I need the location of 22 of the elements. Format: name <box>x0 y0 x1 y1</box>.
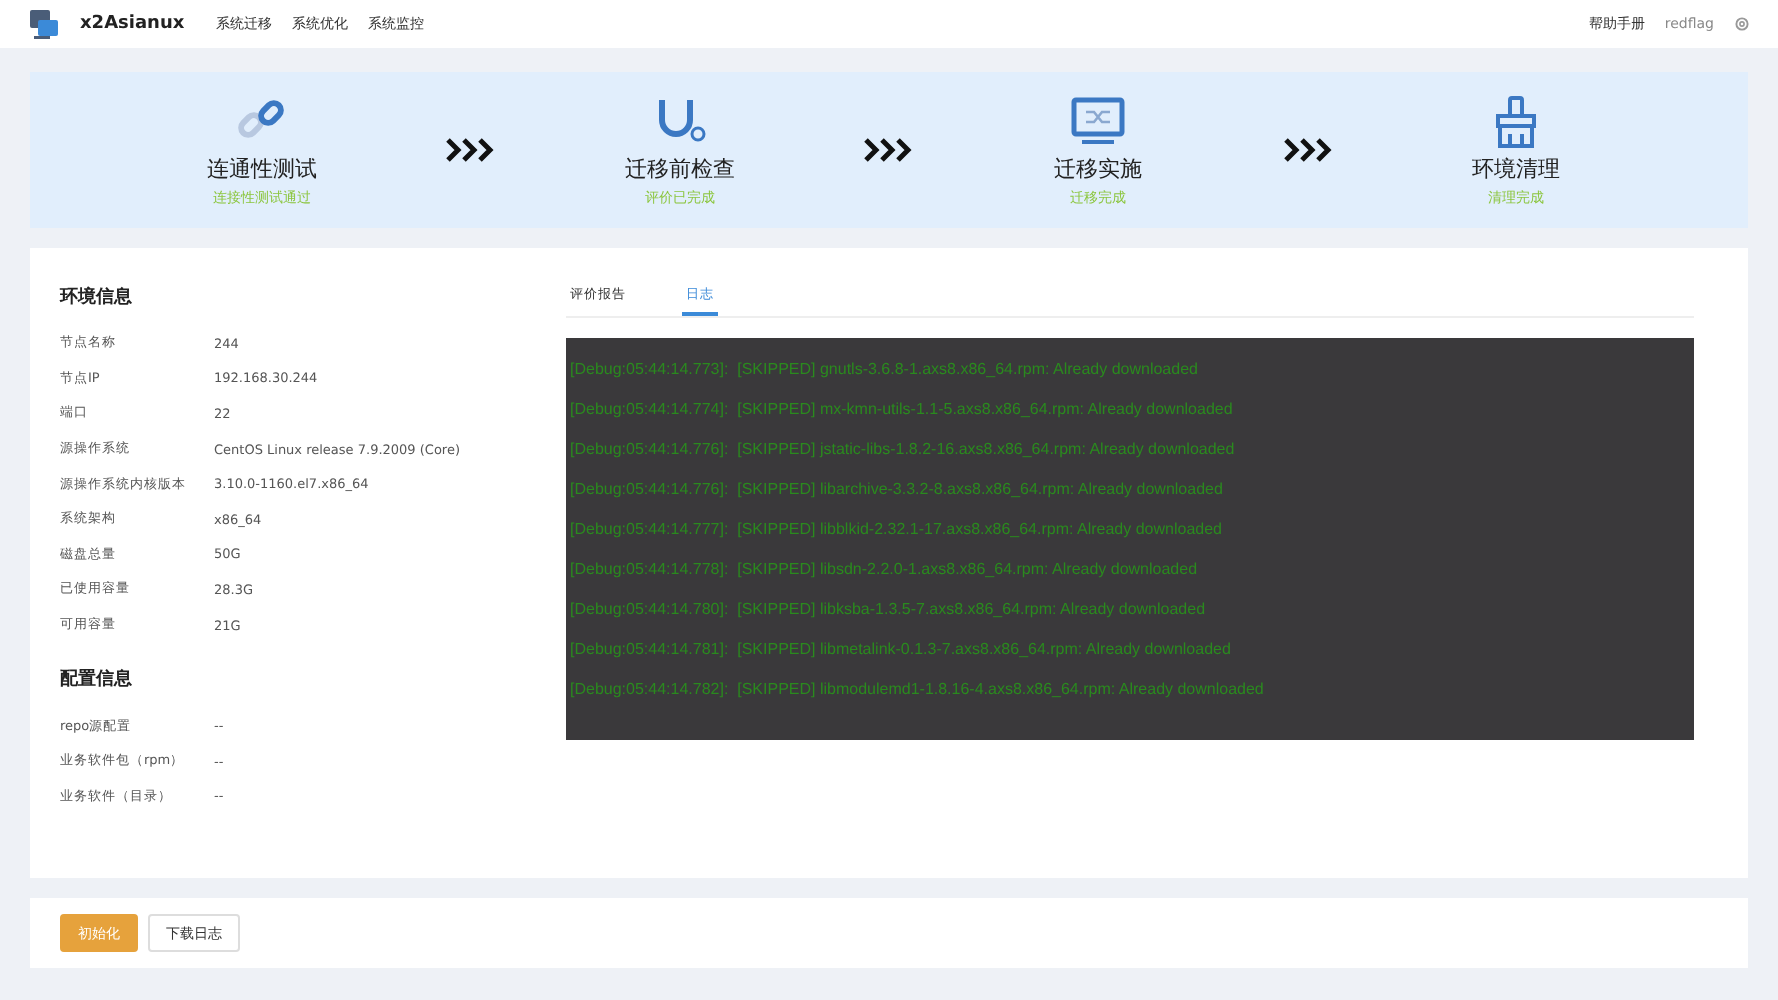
step-title: 迁移实施 <box>1054 153 1143 183</box>
section-title: 环境信息 <box>60 284 134 310</box>
brand-name: x2Asianux <box>80 14 185 34</box>
log-line: [Debug:05:44:14.776]: [SKIPPED] libarchive-3.3.2-8.axs8.x86_64.rpm: Already downloaded <box>570 478 1225 500</box>
log-line: [Debug:05:44:14.777]: [SKIPPED] libblkid-2.32.1-17.axs8.x86_64.rpm: Already downloaded <box>570 518 1224 540</box>
chevrons-icon <box>444 136 497 164</box>
step-title: 环境清理 <box>1472 153 1561 183</box>
monitor-icon <box>1070 93 1127 149</box>
settings-icon[interactable] <box>1734 16 1750 32</box>
step-title: 迁移前检查 <box>624 153 735 183</box>
log-line: [Debug:05:44:14.773]: [SKIPPED] gnutls-3.6.8-1.axs8.x86_64.rpm: Already downloaded <box>570 358 1200 380</box>
log-line: [Debug:05:44:14.780]: [SKIPPED] libksba-1.3.5-7.axs8.x86_64.rpm: Already downloaded <box>570 598 1208 620</box>
log-line: [Debug:05:44:14.778]: [SKIPPED] libsdn-2.2.0-1.axs8.x86_64.rpm: Already downloaded <box>570 558 1200 580</box>
section-title: 配置信息 <box>60 667 134 693</box>
logo-icon <box>28 8 60 40</box>
log-line: [Debug:05:44:14.781]: [SKIPPED] libmetalink-0.1.3-7.axs8.x86_64.rpm: Already downloaded <box>570 638 1233 660</box>
chevrons-icon <box>862 136 915 164</box>
log-line: [Debug:05:44:14.782]: [SKIPPED] libmodulemd1-1.8.16-4.axs8.x86_64.rpm: Already downloaded <box>570 678 1266 700</box>
log-line: [Debug:05:44:14.774]: [SKIPPED] mx-kmn-utils-1.1-5.axs8.x86_64.rpm: Already downloaded <box>570 398 1235 420</box>
step-title: 连通性测试 <box>206 153 317 183</box>
log-line: [Debug:05:44:14.776]: [SKIPPED] jstatic-libs-1.8.2-16.axs8.x86_64.rpm: Already downloaded <box>570 438 1237 460</box>
chevrons-icon <box>1281 136 1334 164</box>
